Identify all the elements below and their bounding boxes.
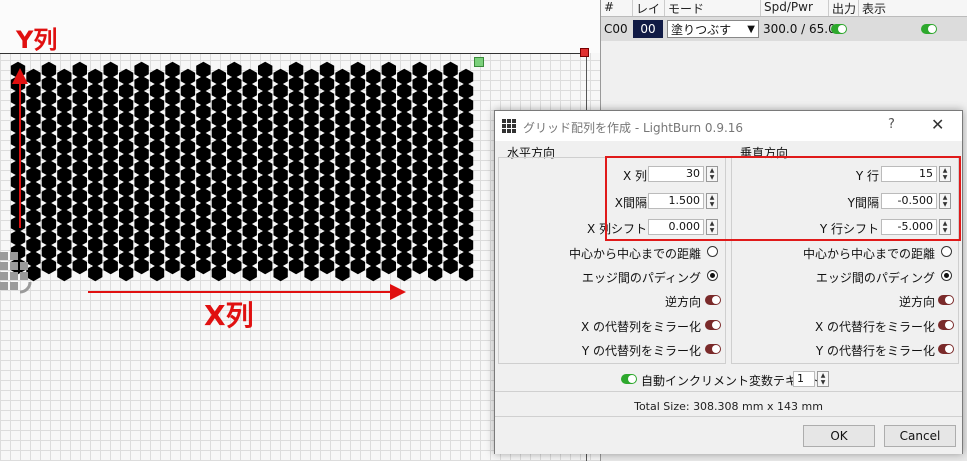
show-toggle[interactable]	[921, 24, 937, 34]
x-reverse-label: 逆方向	[664, 295, 701, 309]
header-spd-pwr[interactable]: Spd/Pwr	[761, 0, 829, 16]
y-column-annotation: Y列	[16, 26, 58, 54]
x-edge-padding-radio[interactable]	[707, 270, 718, 281]
x-center-distance-label: 中心から中心までの距離	[568, 247, 701, 261]
auto-increment-input[interactable]: 1	[793, 371, 815, 387]
x-mirror-y-label: Y の代替列をミラー化	[581, 344, 701, 358]
y-mirror-y-label: Y の代替行をミラー化	[815, 344, 935, 358]
auto-increment-stepper[interactable]: ▲ ▼	[817, 371, 829, 387]
layer-speed-power: 300.0 / 65.0	[763, 22, 836, 36]
x-column-annotation: X列	[204, 299, 254, 332]
highlight-y-settings	[724, 156, 961, 241]
dialog-title-bar[interactable]: グリッド配列を作成 - LightBurn 0.9.16 ? ✕	[495, 111, 962, 141]
dialog-title: グリッド配列を作成 - LightBurn 0.9.16	[523, 121, 744, 135]
x-reverse-toggle[interactable]	[705, 295, 721, 305]
y-center-distance-radio[interactable]	[941, 246, 952, 257]
total-size-readout: Total Size: 308.308 mm x 143 mm	[634, 400, 823, 413]
header-mode[interactable]: モード	[665, 0, 761, 16]
y-center-distance-label: 中心から中心までの距離	[802, 247, 935, 261]
y-mirror-x-toggle[interactable]	[938, 320, 954, 330]
grid-array-dialog: グリッド配列を作成 - LightBurn 0.9.16 ? ✕ 水平方向 X …	[494, 110, 963, 454]
header-output[interactable]: 出力	[829, 0, 859, 16]
highlight-x-settings	[605, 156, 726, 241]
separator	[495, 391, 962, 392]
header-show[interactable]: 表示	[859, 0, 967, 16]
close-button[interactable]: ✕	[931, 115, 944, 134]
header-number[interactable]: #	[601, 0, 633, 16]
layer-mode-select[interactable]: 塗りつぶす ▼	[667, 20, 759, 38]
layer-row[interactable]: C00 00 塗りつぶす ▼ 300.0 / 65.0	[601, 17, 967, 41]
x-edge-padding-label: エッジ間のパディング	[581, 271, 701, 285]
output-toggle[interactable]	[831, 24, 847, 34]
layer-row-name: C00	[604, 22, 628, 36]
layer-mode-value: 塗りつぶす	[671, 23, 732, 37]
header-layer[interactable]: レイヤ	[633, 0, 665, 33]
layer-color-badge[interactable]: 00	[633, 20, 663, 38]
cancel-button[interactable]: Cancel	[884, 425, 956, 447]
help-button[interactable]: ?	[888, 117, 895, 132]
y-reverse-label: 逆方向	[898, 295, 935, 309]
y-mirror-x-label: X の代替行をミラー化	[814, 320, 935, 334]
y-edge-padding-radio[interactable]	[941, 270, 952, 281]
dialog-footer: OK Cancel	[495, 416, 962, 454]
grid-icon	[502, 119, 516, 133]
x-center-distance-radio[interactable]	[707, 246, 718, 257]
y-reverse-toggle[interactable]	[938, 295, 954, 305]
x-mirror-x-toggle[interactable]	[705, 320, 721, 330]
auto-increment-toggle[interactable]	[621, 374, 637, 384]
chevron-down-icon: ▼	[747, 24, 755, 35]
y-mirror-y-toggle[interactable]	[938, 344, 954, 354]
x-mirror-x-label: X の代替列をミラー化	[580, 320, 701, 334]
ok-button[interactable]: OK	[803, 425, 875, 447]
x-mirror-y-toggle[interactable]	[705, 344, 721, 354]
layer-table-header: # レイヤ モード Spd/Pwr 出力 表示	[601, 0, 967, 33]
y-edge-padding-label: エッジ間のパディング	[815, 271, 935, 285]
